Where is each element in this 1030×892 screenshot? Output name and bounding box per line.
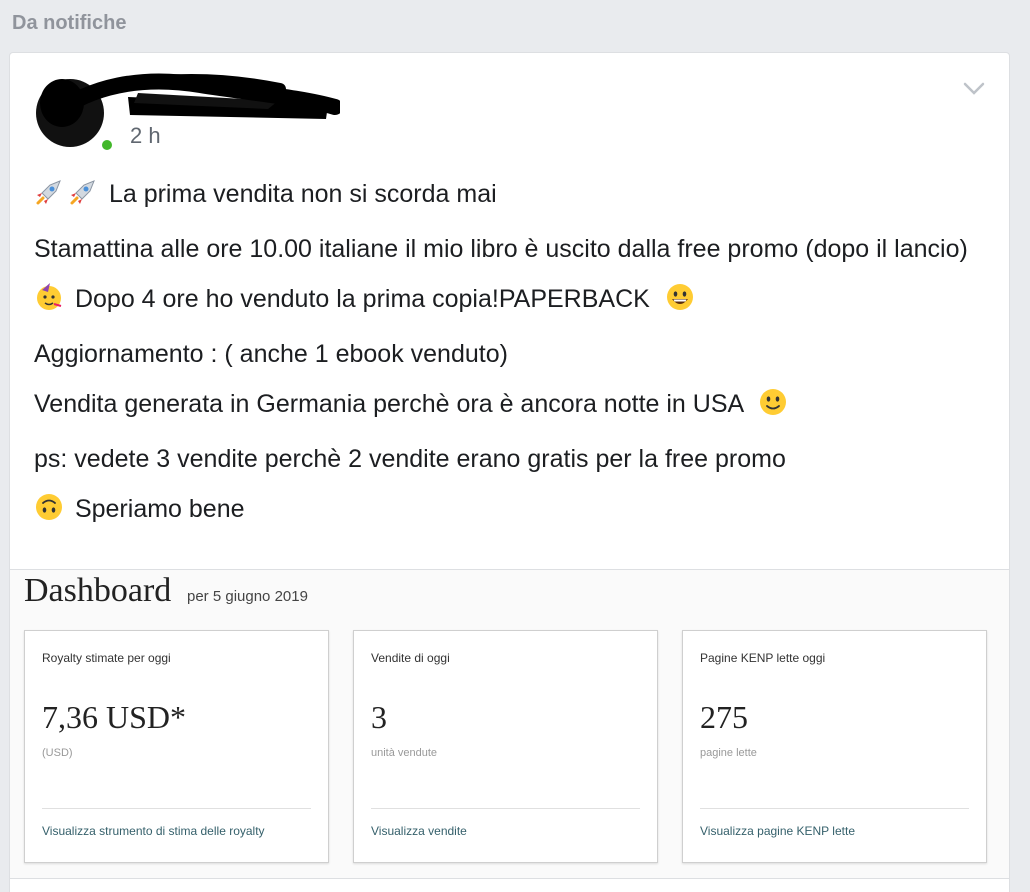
metric-value: 275 [700, 699, 748, 735]
post-line-5: Vendita generata in Germania perchè ora … [34, 385, 994, 428]
section-label: Da notifiche [12, 12, 127, 34]
rocket-icon [68, 177, 98, 218]
post-line-7: Speriamo bene [34, 490, 994, 533]
grinning-face-icon [665, 282, 695, 323]
rocket-icon [34, 177, 64, 218]
metric-label: Royalty stimate per oggi [42, 651, 171, 665]
metric-link[interactable]: Visualizza strumento di stima delle roya… [42, 824, 265, 838]
divider [700, 808, 969, 809]
post-line-1: La prima vendita non si scorda mai [34, 175, 994, 218]
post-line-2: Stamattina alle ore 10.00 italiane il mi… [34, 235, 968, 263]
partying-face-icon [34, 282, 64, 323]
dashboard-date: per 5 giugno 2019 [187, 588, 308, 605]
metric-card-sales: Vendite di oggi 3 unità vendute Visualiz… [353, 630, 658, 863]
metric-link[interactable]: Visualizza vendite [371, 824, 467, 838]
metric-label: Vendite di oggi [371, 651, 450, 665]
post-card: 2 h La prima vendita non si scorda mai S… [9, 52, 1010, 892]
post-line-3: Dopo 4 ore ho venduto la prima copia!PAP… [34, 280, 994, 323]
dashboard-screenshot-attachment[interactable]: Dashboard per 5 giugno 2019 Royalty stim… [10, 569, 1009, 879]
metric-link[interactable]: Visualizza pagine KENP lette [700, 824, 855, 838]
metric-subtext: pagine lette [700, 747, 757, 759]
redaction-scribble [50, 73, 340, 119]
metric-value: 3 [371, 699, 387, 735]
post-body: La prima vendita non si scorda mai Stama… [34, 175, 994, 545]
metric-label: Pagine KENP lette oggi [700, 651, 826, 665]
divider [42, 808, 311, 809]
divider [371, 808, 640, 809]
post-line-4: Aggiornamento : ( anche 1 ebook venduto) [34, 340, 508, 368]
metric-subtext: unità vendute [371, 747, 438, 759]
online-status-dot [100, 138, 114, 152]
post-line-6: ps: vedete 3 vendite perchè 2 vendite er… [34, 445, 786, 473]
upside-down-face-icon [34, 492, 64, 533]
metric-value: 7,36 USD* [42, 699, 187, 735]
chevron-down-icon[interactable] [963, 81, 985, 97]
metric-card-royalty: Royalty stimate per oggi 7,36 USD* (USD)… [24, 630, 329, 863]
metric-card-kenp: Pagine KENP lette oggi 275 pagine lette … [682, 630, 987, 863]
dashboard-title: Dashboard [24, 572, 172, 609]
slightly-smiling-face-icon [758, 387, 788, 428]
post-timestamp[interactable]: 2 h [130, 123, 161, 149]
metric-subtext: (USD) [42, 747, 73, 759]
